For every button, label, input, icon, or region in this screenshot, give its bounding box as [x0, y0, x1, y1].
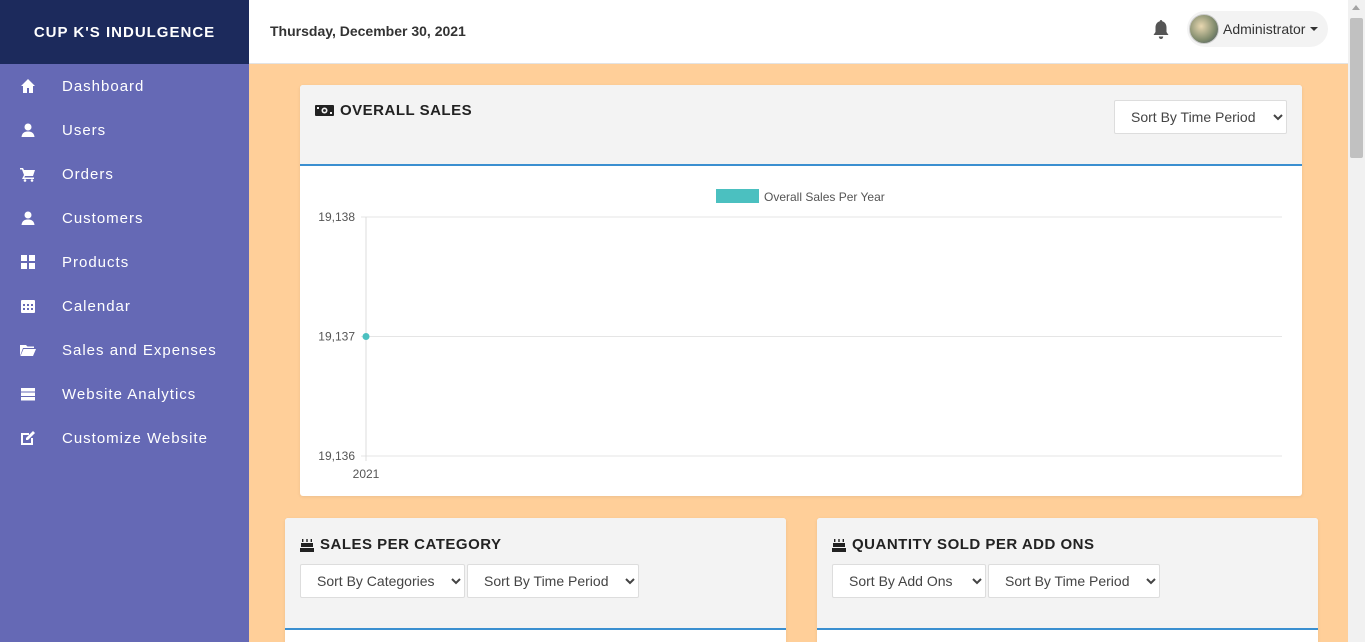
scroll-thumb[interactable]: [1350, 18, 1363, 158]
sidebar: CUP K'S INDULGENCE Dashboard Users Order…: [0, 0, 249, 642]
sidebar-item-customers[interactable]: Customers: [0, 196, 249, 240]
user-name: Administrator: [1223, 21, 1306, 37]
sort-add-ons-select[interactable]: Sort By Add Ons: [832, 564, 986, 598]
cake-icon: [832, 539, 846, 552]
brand-title[interactable]: CUP K'S INDULGENCE: [0, 0, 249, 64]
folder-icon: [0, 342, 62, 358]
sidebar-item-label: Website Analytics: [62, 385, 197, 403]
sidebar-item-customize-website[interactable]: Customize Website: [0, 416, 249, 460]
calendar-icon: [0, 298, 62, 314]
home-icon: [0, 78, 62, 94]
overall-sales-chart: 19,138 19,137 19,136 2021 Overall Sales Per …: [300, 166, 1302, 496]
scroll-up-icon[interactable]: [1352, 5, 1360, 10]
grid-icon: [0, 254, 62, 270]
sidebar-item-label: Sales and Expenses: [62, 341, 217, 359]
card-header: SALES PER CATEGORY Sort By Categories So…: [285, 518, 786, 630]
quantity-add-ons-card: QUANTITY SOLD PER ADD ONS Sort By Add On…: [817, 518, 1318, 642]
card-title: OVERALL SALES: [315, 102, 472, 119]
quantity-add-ons-title: QUANTITY SOLD PER ADD ONS: [852, 536, 1095, 553]
sidebar-item-label: Dashboard: [62, 77, 145, 95]
sales-per-category-card: SALES PER CATEGORY Sort By Categories So…: [285, 518, 786, 642]
sidebar-item-label: Orders: [62, 165, 114, 183]
user-menu[interactable]: Administrator: [1187, 11, 1328, 47]
sort-time-period-select[interactable]: Sort By Time Period: [1114, 100, 1287, 134]
avatar: [1189, 14, 1219, 44]
cart-icon: [0, 166, 62, 182]
cake-icon: [300, 539, 314, 552]
y-tick-label: 19,136: [318, 449, 355, 463]
sidebar-item-calendar[interactable]: Calendar: [0, 284, 249, 328]
filter-row: Sort By Categories Sort By Time Period: [300, 564, 639, 598]
card-header: OVERALL SALES Sort By Time Period: [300, 85, 1302, 166]
money-icon: [315, 105, 334, 116]
page-scrollbar[interactable]: [1348, 0, 1365, 642]
sort-time-period-select[interactable]: Sort By Time Period: [988, 564, 1160, 598]
sidebar-item-label: Customers: [62, 209, 144, 227]
sidebar-item-label: Calendar: [62, 297, 131, 315]
overall-sales-card: OVERALL SALES Sort By Time Period 19,138…: [300, 85, 1302, 496]
legend-swatch: [716, 189, 759, 203]
card-header: QUANTITY SOLD PER ADD ONS Sort By Add On…: [817, 518, 1318, 630]
sidebar-item-website-analytics[interactable]: Website Analytics: [0, 372, 249, 416]
card-title: QUANTITY SOLD PER ADD ONS: [832, 536, 1095, 553]
sidebar-item-users[interactable]: Users: [0, 108, 249, 152]
sidebar-item-label: Products: [62, 253, 130, 271]
overall-sales-title: OVERALL SALES: [340, 102, 473, 119]
sidebar-item-dashboard[interactable]: Dashboard: [0, 64, 249, 108]
x-tick-label: 2021: [353, 467, 380, 481]
card-title: SALES PER CATEGORY: [300, 536, 502, 553]
top-bar: Thursday, December 30, 2021 Administrato…: [249, 0, 1348, 64]
user-icon: [0, 122, 62, 138]
sales-per-category-title: SALES PER CATEGORY: [320, 536, 502, 553]
sidebar-item-label: Customize Website: [62, 429, 208, 447]
server-icon: [0, 386, 62, 402]
sidebar-item-label: Users: [62, 121, 107, 139]
sidebar-item-products[interactable]: Products: [0, 240, 249, 284]
legend-label: Overall Sales Per Year: [764, 190, 885, 204]
sidebar-item-orders[interactable]: Orders: [0, 152, 249, 196]
user-icon: [0, 210, 62, 226]
sort-time-period-select[interactable]: Sort By Time Period: [467, 564, 639, 598]
y-tick-label: 19,137: [318, 330, 355, 344]
y-tick-label: 19,138: [318, 210, 355, 224]
caret-down-icon: [1310, 27, 1319, 31]
chart-svg: 19,138 19,137 19,136 2021 Overall Sales Per …: [318, 189, 1282, 481]
filter-row: Sort By Add Ons Sort By Time Period: [832, 564, 1160, 598]
sort-categories-select[interactable]: Sort By Categories: [300, 564, 465, 598]
bell-icon[interactable]: [1152, 20, 1170, 40]
edit-icon: [0, 430, 62, 446]
data-point: [362, 333, 370, 340]
current-date: Thursday, December 30, 2021: [270, 23, 466, 39]
sidebar-item-sales-expenses[interactable]: Sales and Expenses: [0, 328, 249, 372]
